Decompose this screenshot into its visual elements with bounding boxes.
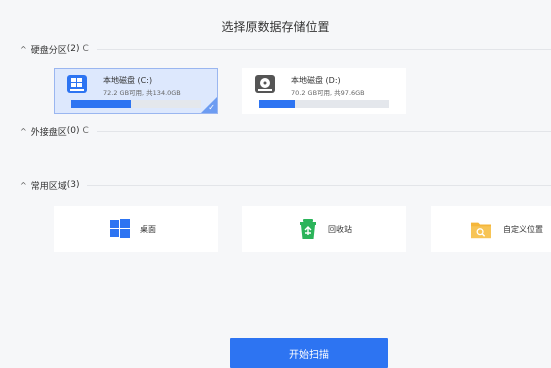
section-common-count: 3 [67, 180, 80, 190]
disk-c-usage-fill [71, 100, 131, 108]
section-divider [87, 184, 551, 186]
section-common-header[interactable]: ^ 常用区域 3 [20, 178, 551, 192]
section-divider [96, 48, 551, 50]
checkmark-icon: ✓ [208, 103, 215, 112]
location-recycle-bin[interactable]: 回收站 [242, 206, 406, 252]
disk-card-d[interactable]: 本地磁盘 (D:) 70.2 GB可用, 共97.6GB [242, 68, 406, 114]
page-title: 选择原数据存储位置 [221, 20, 330, 34]
refresh-icon[interactable]: C [82, 126, 88, 136]
disk-d-usage-fill [259, 100, 296, 108]
section-hdd-count: 2 [67, 44, 80, 54]
refresh-icon[interactable]: C [82, 44, 88, 54]
disk-d-usage-bar [259, 100, 389, 108]
collapse-caret-icon[interactable]: ^ [20, 181, 27, 190]
collapse-caret-icon[interactable]: ^ [20, 127, 27, 136]
recycle-bin-icon [300, 219, 316, 239]
start-scan-button[interactable]: 开始扫描 [230, 338, 388, 368]
disk-c-info: 72.2 GB可用, 共134.0GB [103, 89, 181, 97]
section-external-count: 0 [67, 126, 80, 136]
section-common-label: 常用区域 [30, 181, 67, 192]
disk-c-usage-bar [71, 100, 201, 108]
location-custom-label: 自定义位置 [503, 225, 543, 234]
location-desktop[interactable]: 桌面 [54, 206, 218, 252]
disk-card-c[interactable]: 本地磁盘 (C:) 72.2 GB可用, 共134.0GB ✓ [54, 68, 218, 114]
folder-search-icon [471, 222, 491, 239]
windows-drive-icon [67, 75, 87, 93]
section-hdd-header[interactable]: ^ 硬盘分区 2 C [20, 42, 551, 56]
location-recycle-bin-label: 回收站 [328, 225, 352, 234]
drive-icon [255, 75, 275, 93]
windows-desktop-icon [110, 219, 130, 238]
disk-d-name: 本地磁盘 (D:) [291, 76, 341, 85]
collapse-caret-icon[interactable]: ^ [20, 45, 27, 54]
section-external-header[interactable]: ^ 外接盘区 0 C [20, 124, 551, 138]
location-desktop-label: 桌面 [140, 225, 156, 234]
location-custom[interactable]: 自定义位置 [431, 206, 551, 252]
section-hdd-label: 硬盘分区 [30, 45, 67, 56]
section-external-label: 外接盘区 [30, 127, 67, 138]
disk-d-info: 70.2 GB可用, 共97.6GB [291, 89, 365, 97]
section-divider [96, 130, 551, 132]
disk-c-name: 本地磁盘 (C:) [103, 76, 153, 85]
